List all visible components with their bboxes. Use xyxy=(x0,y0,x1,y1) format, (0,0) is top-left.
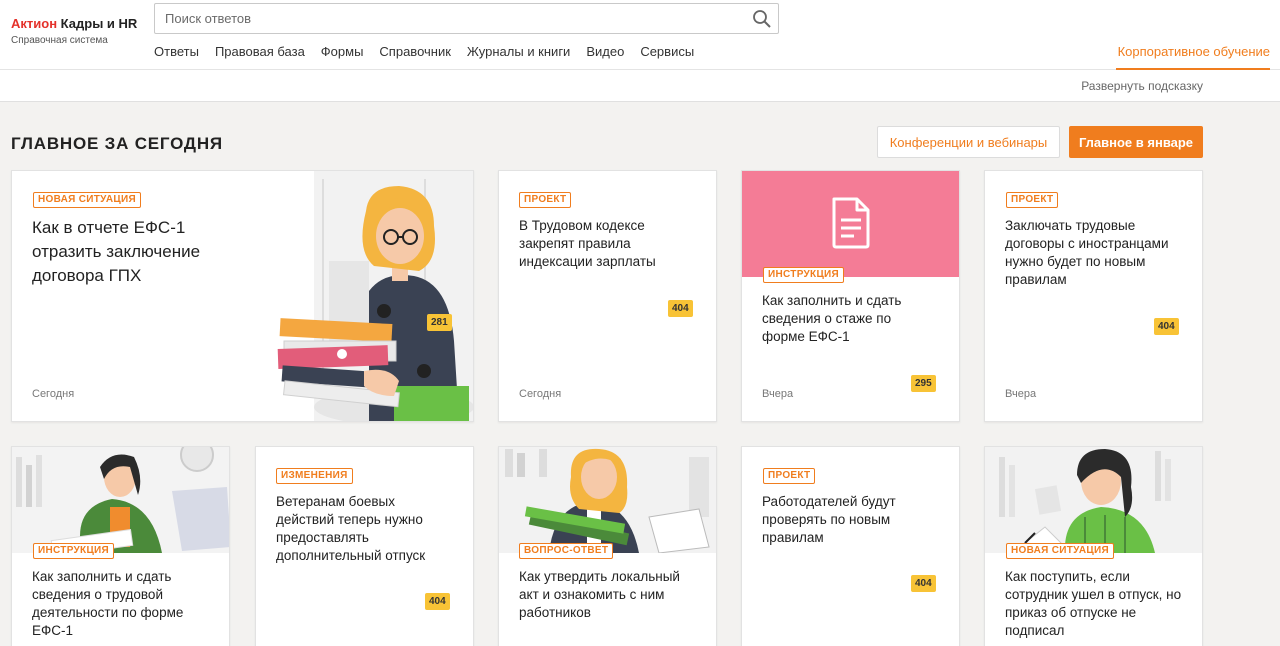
card-date: Вчера xyxy=(762,388,794,400)
section-title: ГЛАВНОЕ ЗА СЕГОДНЯ xyxy=(11,134,223,153)
news-card[interactable]: ИЗМЕНЕНИЯ Ветеранам боевых действий тепе… xyxy=(255,446,474,646)
news-card[interactable]: ВОПРОС-ОТВЕТ Как утвердить локальный акт… xyxy=(498,446,717,646)
tag-label: ИНСТРУКЦИЯ xyxy=(763,267,845,283)
logo[interactable]: Актион Кадры и HR Справочная система xyxy=(11,16,137,46)
views-badge: 404 xyxy=(425,593,450,610)
tag-label: НОВАЯ СИТУАЦИЯ xyxy=(1006,543,1114,559)
card-date: Сегодня xyxy=(519,388,562,400)
woman-with-folders-illustration xyxy=(277,171,473,421)
hint-bar: Развернуть подсказку xyxy=(0,70,1280,102)
logo-brand: Актион xyxy=(11,16,58,31)
card-title: В Трудовом кодексе закрепят правила инде… xyxy=(519,218,656,269)
logo-subtitle: Справочная система xyxy=(11,35,108,46)
january-highlights-button[interactable]: Главное в январе xyxy=(1069,126,1203,158)
nav-services[interactable]: Сервисы xyxy=(640,44,694,59)
news-card[interactable]: ПРОЕКТ Работодателей будут проверять по … xyxy=(741,446,960,646)
nav-answers[interactable]: Ответы xyxy=(154,44,199,59)
logo-product: Кадры и HR xyxy=(60,16,138,31)
card-title: Как утвердить локальный акт и ознакомить… xyxy=(519,569,680,620)
tag-label: ИЗМЕНЕНИЯ xyxy=(276,468,353,484)
expand-hint-link[interactable]: Развернуть подсказку xyxy=(1081,79,1203,93)
news-card[interactable]: ПРОЕКТ В Трудовом кодексе закрепят прави… xyxy=(498,170,717,422)
views-badge: 404 xyxy=(668,300,693,317)
conferences-button[interactable]: Конференции и вебинары xyxy=(877,126,1060,158)
views-badge: 404 xyxy=(911,575,936,592)
woman-at-laptop-illustration xyxy=(12,447,229,553)
card-title: Ветеранам боевых действий теперь нужно п… xyxy=(276,494,426,563)
woman-writing-illustration xyxy=(985,447,1202,553)
tag-label: ПРОЕКТ xyxy=(1006,192,1059,208)
card-date: Вчера xyxy=(1005,388,1037,400)
card-date: Сегодня xyxy=(32,388,75,400)
nav-video[interactable]: Видео xyxy=(586,44,624,59)
news-card[interactable]: НОВАЯ СИТУАЦИЯ Как поступить, если сотру… xyxy=(984,446,1203,646)
search-input[interactable] xyxy=(155,4,745,33)
tag-label: ПРОЕКТ xyxy=(519,192,572,208)
nav-forms[interactable]: Формы xyxy=(321,44,364,59)
tag-label: ВОПРОС-ОТВЕТ xyxy=(519,543,614,559)
nav-legal-base[interactable]: Правовая база xyxy=(215,44,305,59)
corporate-training-link[interactable]: Корпоративное обучение xyxy=(1118,44,1270,59)
tag-label: ПРОЕКТ xyxy=(763,468,816,484)
card-title: Работодателей будут проверять по новым п… xyxy=(762,494,896,545)
card-title: Заключать трудовые договоры с иностранца… xyxy=(1005,218,1169,287)
news-card[interactable]: НОВАЯ СИТУАЦИЯ Как в отчете ЕФС-1 отрази… xyxy=(11,170,474,422)
card-title: Как заполнить и сдать сведения о стаже п… xyxy=(762,293,902,344)
search-box xyxy=(154,3,779,34)
news-card[interactable]: ИНСТРУКЦИЯ Как заполнить и сдать сведени… xyxy=(11,446,230,646)
search-icon[interactable] xyxy=(752,9,772,29)
news-card[interactable]: ИНСТРУКЦИЯ Как заполнить и сдать сведени… xyxy=(741,170,960,422)
card-title: Как заполнить и сдать сведения о трудово… xyxy=(32,569,184,638)
news-card[interactable]: ПРОЕКТ Заключать трудовые договоры с ино… xyxy=(984,170,1203,422)
document-icon xyxy=(832,197,870,249)
tag-label: НОВАЯ СИТУАЦИЯ xyxy=(33,192,141,208)
card-title: Как поступить, если сотрудник ушел в отп… xyxy=(1005,569,1182,638)
woman-with-documents-illustration xyxy=(499,447,716,553)
views-badge: 404 xyxy=(1154,318,1179,335)
nav-journals[interactable]: Журналы и книги xyxy=(467,44,570,59)
card-title: Как в отчете ЕФС-1 отразить заключение д… xyxy=(32,218,201,285)
main-nav: Ответы Правовая база Формы Справочник Жу… xyxy=(154,44,694,59)
views-badge: 281 xyxy=(427,314,452,331)
header: Актион Кадры и HR Справочная система Отв… xyxy=(0,0,1280,70)
views-badge: 295 xyxy=(911,375,936,392)
nav-reference[interactable]: Справочник xyxy=(379,44,451,59)
tag-label: ИНСТРУКЦИЯ xyxy=(33,543,115,559)
